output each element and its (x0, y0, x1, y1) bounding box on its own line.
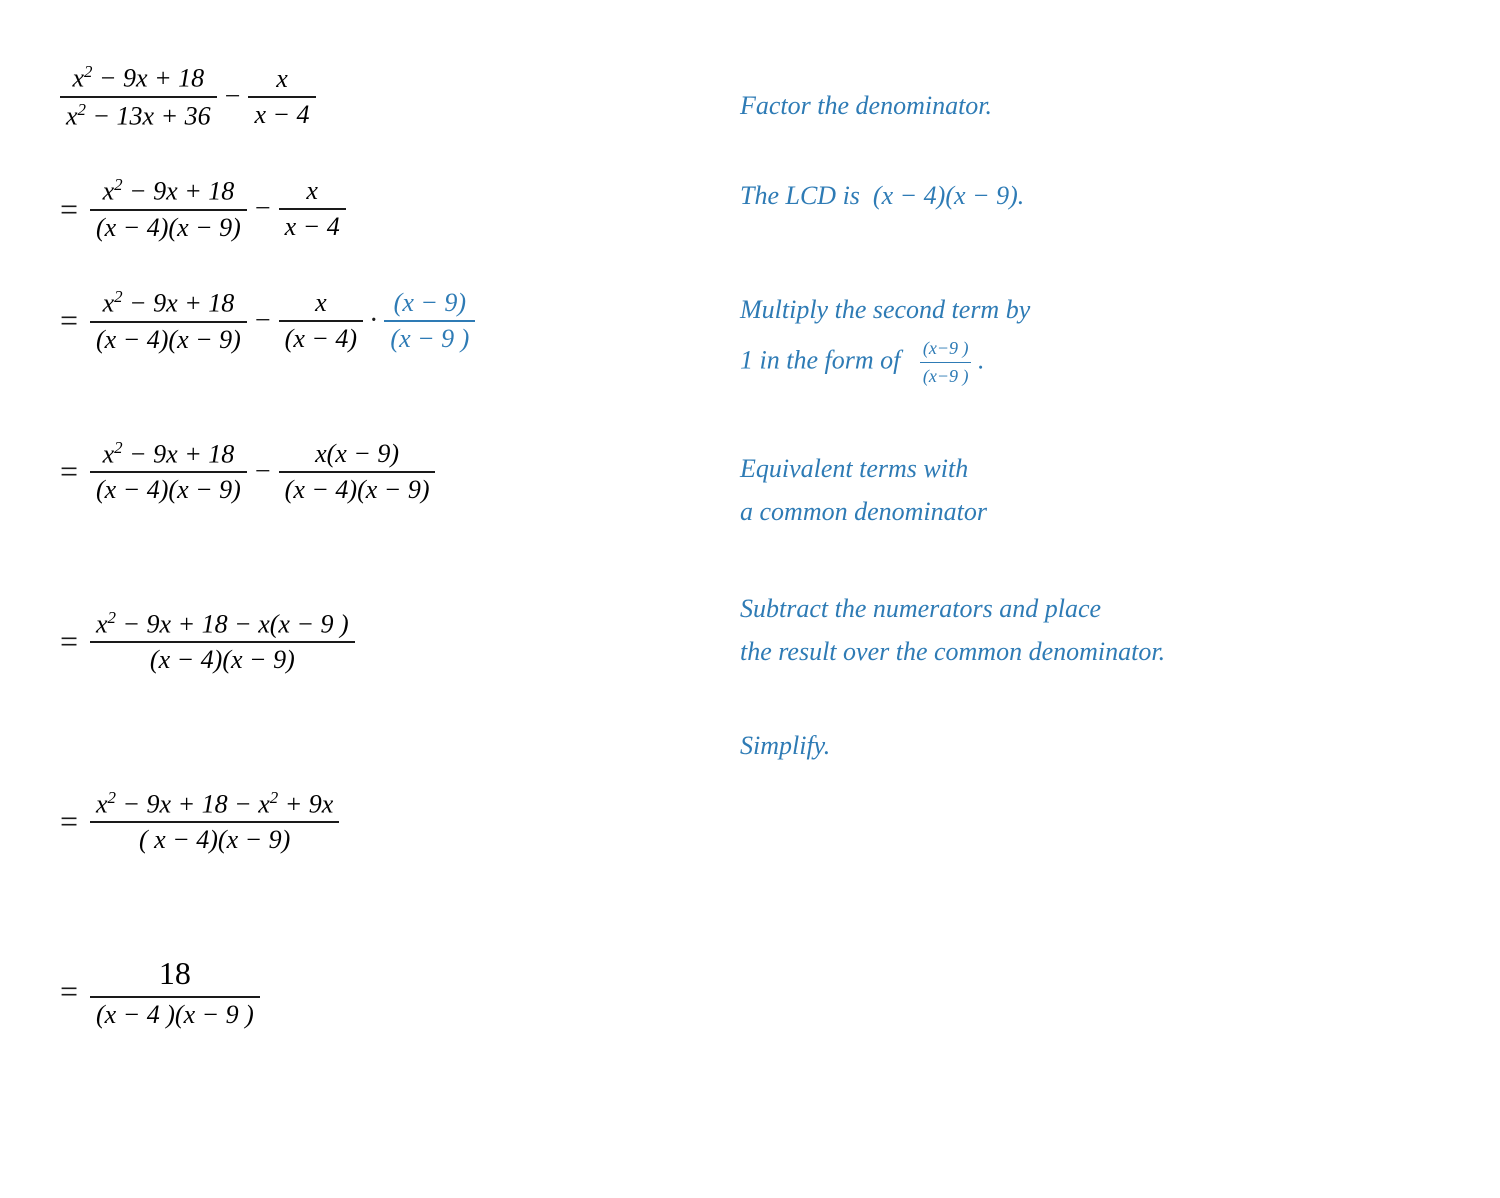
annotation-1-text: Factor the denominator. (740, 86, 992, 125)
frac6-denominator: (x − 4) (279, 322, 363, 356)
fraction-12: 18 (x − 4 )(x − 9 ) (90, 951, 260, 1032)
frac11-denominator: ( x − 4)(x − 9) (133, 823, 296, 857)
frac6-numerator: x (309, 286, 333, 320)
frac8-denominator: (x − 4)(x − 9) (90, 473, 247, 507)
fraction-6: x (x − 4) (279, 286, 363, 356)
small-fraction-annotation: (x−9 ) (x−9 ) (920, 335, 972, 390)
equals-3: = (60, 302, 80, 339)
step-4: = x2 − 9x + 18 (x − 4)(x − 9) − x(x − 9)… (60, 417, 680, 527)
equals-6: = (60, 803, 80, 840)
equals-7: = (60, 973, 80, 1010)
fraction-11: x2 − 9x + 18 − x2 + 9x ( x − 4)(x − 9) (90, 786, 339, 858)
fraction-3: x2 − 9x + 18 (x − 4)(x − 9) (90, 173, 247, 245)
fraction-5: x2 − 9x + 18 (x − 4)(x − 9) (90, 285, 247, 357)
frac10-numerator: x2 − 9x + 18 − x(x − 9 ) (90, 606, 355, 642)
frac7-denominator: (x − 9 ) (384, 322, 475, 356)
frac12-denominator: (x − 4 )(x − 9 ) (90, 998, 260, 1032)
annotation-3: Multiply the second term by 1 in the for… (740, 250, 1440, 410)
annotation-2-text: The LCD is (x − 4)(x − 9). (740, 176, 1024, 215)
frac8-numerator: x2 − 9x + 18 (97, 436, 241, 472)
dot-mult-1: · (369, 305, 378, 337)
fraction-9: x(x − 9) (x − 4)(x − 9) (279, 437, 436, 507)
step-2: = x2 − 9x + 18 (x − 4)(x − 9) − x x − 4 (60, 163, 680, 255)
frac9-denominator: (x − 4)(x − 9) (279, 473, 436, 507)
fraction-2: x x − 4 (248, 62, 315, 132)
main-container: x2 − 9x + 18 x2 − 13x + 36 − x x − 4 = x… (60, 40, 1440, 1047)
fraction-7-blue: (x − 9) (x − 9 ) (384, 286, 475, 356)
step-5: = x2 − 9x + 18 − x(x − 9 ) (x − 4)(x − 9… (60, 577, 680, 707)
frac4-denominator: x − 4 (279, 210, 346, 244)
annotation-4-line2: a common denominator (740, 492, 987, 531)
annotations: Factor the denominator. The LCD is (x − … (740, 40, 1440, 1047)
frac7-numerator: (x − 9) (388, 286, 472, 320)
minus-1: − (225, 81, 241, 113)
equals-5: = (60, 623, 80, 660)
equals-2: = (60, 191, 80, 228)
annotation-3-line1: Multiply the second term by (740, 290, 1030, 329)
fraction-10: x2 − 9x + 18 − x(x − 9 ) (x − 4)(x − 9) (90, 606, 355, 678)
step-1: x2 − 9x + 18 x2 − 13x + 36 − x x − 4 (60, 50, 680, 143)
frac5-numerator: x2 − 9x + 18 (97, 285, 241, 321)
frac5-denominator: (x − 4)(x − 9) (90, 323, 247, 357)
annotation-6: Simplify. (740, 690, 1440, 800)
annotation-3-line2: 1 in the form of (x−9 ) (x−9 ) . (740, 335, 984, 390)
annotation-5-line1: Subtract the numerators and place (740, 589, 1101, 628)
equals-4: = (60, 453, 80, 490)
frac2-numerator: x (270, 62, 294, 96)
annotation-5: Subtract the numerators and place the re… (740, 550, 1440, 690)
fraction-4: x x − 4 (279, 174, 346, 244)
frac1-numerator: x2 − 9x + 18 (67, 60, 211, 96)
annotation-2: The LCD is (x − 4)(x − 9). (740, 140, 1440, 250)
annotation-5-line2: the result over the common denominator. (740, 632, 1165, 671)
step-7: = 18 (x − 4 )(x − 9 ) (60, 937, 680, 1047)
frac11-numerator: x2 − 9x + 18 − x2 + 9x (90, 786, 339, 822)
fraction-1: x2 − 9x + 18 x2 − 13x + 36 (60, 60, 217, 133)
annotation-1: Factor the denominator. (740, 50, 1440, 140)
frac10-denominator: (x − 4)(x − 9) (144, 643, 301, 677)
step-3: = x2 − 9x + 18 (x − 4)(x − 9) − x (x − 4… (60, 275, 680, 367)
minus-4: − (255, 456, 271, 488)
step-6: = x2 − 9x + 18 − x2 + 9x ( x − 4)(x − 9) (60, 757, 680, 887)
minus-3: − (255, 305, 271, 337)
frac1-denominator: x2 − 13x + 36 (60, 98, 217, 134)
minus-2: − (255, 193, 271, 225)
annotation-4-line1: Equivalent terms with (740, 449, 968, 488)
annotation-4: Equivalent terms with a common denominat… (740, 410, 1440, 550)
frac3-numerator: x2 − 9x + 18 (97, 173, 241, 209)
frac3-denominator: (x − 4)(x − 9) (90, 211, 247, 245)
frac12-numerator: 18 (139, 951, 211, 996)
frac4-numerator: x (300, 174, 324, 208)
frac9-numerator: x(x − 9) (309, 437, 405, 471)
annotation-6-text: Simplify. (740, 726, 830, 765)
fraction-8: x2 − 9x + 18 (x − 4)(x − 9) (90, 436, 247, 508)
frac2-denominator: x − 4 (248, 98, 315, 132)
math-steps: x2 − 9x + 18 x2 − 13x + 36 − x x − 4 = x… (60, 40, 680, 1047)
